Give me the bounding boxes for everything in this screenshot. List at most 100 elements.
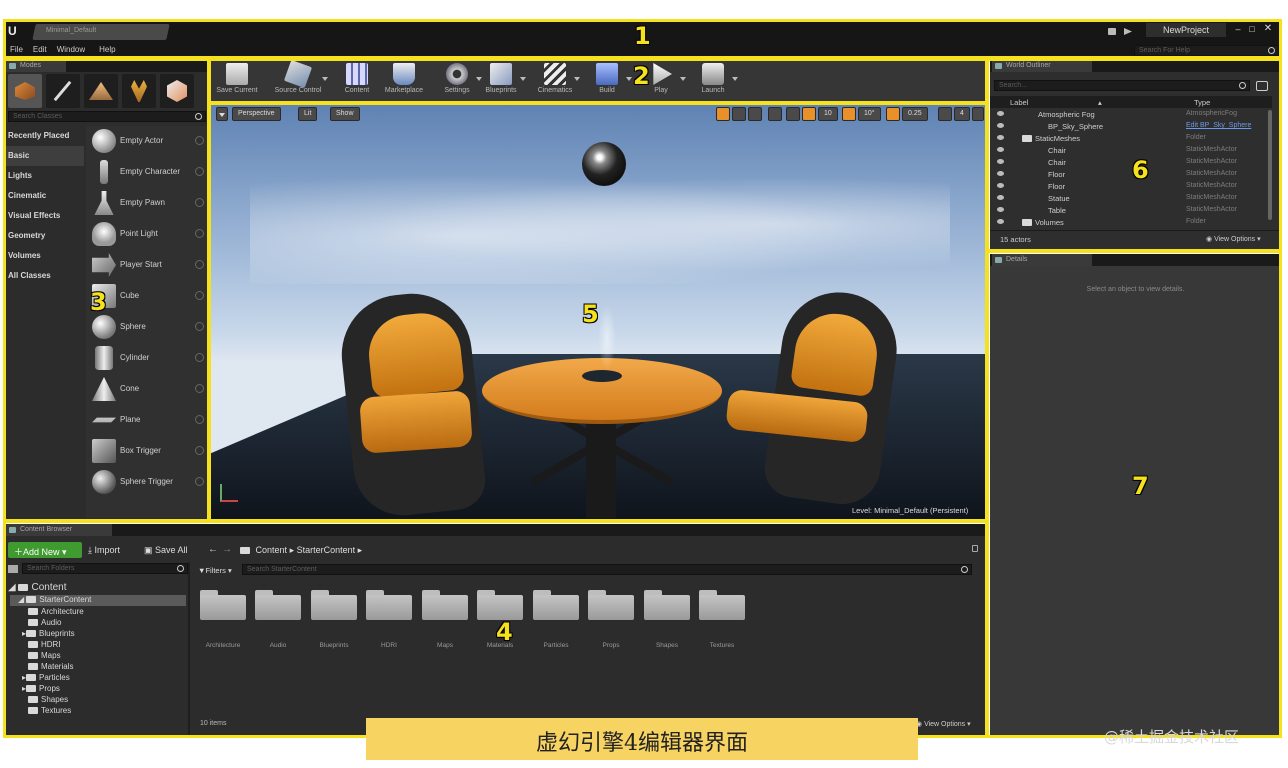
lock-icon[interactable] <box>972 545 978 552</box>
asset-folder[interactable] <box>422 590 468 620</box>
surface-snap-icon[interactable] <box>786 107 800 121</box>
tree-item[interactable]: Audio <box>28 618 61 629</box>
help-icon[interactable] <box>195 198 204 207</box>
category-volumes[interactable]: Volumes <box>4 246 84 266</box>
maximize-viewport-icon[interactable] <box>972 107 984 121</box>
tree-item[interactable]: Maps <box>28 651 61 662</box>
tree-item-content[interactable]: ◢ Content <box>8 582 67 593</box>
feedback-icon[interactable] <box>1108 28 1116 35</box>
breadcrumb-starter-content[interactable]: StarterContent <box>297 545 356 555</box>
content-button[interactable]: Content <box>332 62 382 102</box>
tree-item[interactable]: Materials <box>28 662 73 673</box>
help-icon[interactable] <box>195 136 204 145</box>
search-folders-input[interactable]: Search Folders <box>22 563 188 574</box>
col-type-header[interactable]: Type <box>1194 98 1210 107</box>
eye-icon[interactable] <box>997 207 1004 212</box>
tree-item[interactable]: ▸ Blueprints <box>22 629 75 640</box>
place-empty-character[interactable]: Empty Character <box>90 158 210 188</box>
tree-item[interactable]: Architecture <box>28 607 84 618</box>
lit-button[interactable]: Lit <box>298 107 318 121</box>
help-icon[interactable] <box>195 477 204 486</box>
outliner-row[interactable]: StaticMeshes Folder <box>990 132 1272 144</box>
menu-window[interactable]: Window <box>57 45 85 54</box>
eye-icon[interactable] <box>997 195 1004 200</box>
eye-icon[interactable] <box>997 171 1004 176</box>
place-plane[interactable]: Plane <box>90 406 210 436</box>
source-control-button[interactable]: Source Control <box>268 59 328 102</box>
tree-toggle-icon[interactable] <box>8 565 18 573</box>
scale-snap-value[interactable]: 0.25 <box>902 107 928 121</box>
cinematics-button[interactable]: Cinematics <box>530 62 580 102</box>
asset-folder[interactable] <box>533 590 579 620</box>
help-icon[interactable] <box>195 415 204 424</box>
place-cone[interactable]: Cone <box>90 375 210 405</box>
ue-logo-icon[interactable]: U <box>8 24 17 38</box>
outliner-row[interactable]: Floor StaticMeshActor <box>990 180 1272 192</box>
perspective-button[interactable]: Perspective <box>232 107 281 121</box>
add-new-button[interactable]: ＋Add New ▾ <box>8 542 82 558</box>
close-icon[interactable]: ✕ <box>1262 23 1274 34</box>
chevron-down-icon[interactable] <box>520 77 526 81</box>
outliner-row[interactable]: Chair StaticMeshActor <box>990 156 1272 168</box>
scale-snap-icon[interactable] <box>886 107 900 121</box>
asset-folder[interactable] <box>588 590 634 620</box>
place-sphere[interactable]: Sphere <box>90 313 210 343</box>
camera-speed-value[interactable]: 4 <box>954 107 970 121</box>
translate-tool-icon[interactable] <box>716 107 730 121</box>
eye-icon[interactable] <box>997 135 1004 140</box>
help-icon[interactable] <box>195 229 204 238</box>
rotation-snap-icon[interactable] <box>842 107 856 121</box>
chevron-down-icon[interactable] <box>574 77 580 81</box>
chevron-down-icon[interactable] <box>680 77 686 81</box>
place-point-light[interactable]: Point Light <box>90 220 210 250</box>
menu-edit[interactable]: Edit <box>33 45 47 54</box>
chevron-down-icon[interactable] <box>626 77 632 81</box>
maximize-icon[interactable]: □ <box>1246 24 1258 34</box>
mode-landscape-icon[interactable] <box>84 74 118 108</box>
help-search-input[interactable]: Search For Help <box>1134 45 1279 56</box>
outliner-view-options-button[interactable]: ◉ View Options ▾ <box>1206 235 1261 243</box>
asset-folder[interactable] <box>255 590 301 620</box>
show-button[interactable]: Show <box>330 107 360 121</box>
outliner-row[interactable]: Volumes Folder <box>990 216 1272 228</box>
tree-item[interactable]: HDRI <box>28 640 61 651</box>
place-empty-actor[interactable]: Empty Actor <box>90 127 210 157</box>
help-icon[interactable] <box>195 322 204 331</box>
place-box-trigger[interactable]: Box Trigger <box>90 437 210 467</box>
tree-item-starter-content[interactable]: ◢ StarterContent <box>10 595 186 606</box>
marketplace-button[interactable]: Marketplace <box>376 62 432 102</box>
mode-paint-icon[interactable] <box>46 74 80 108</box>
world-outliner-tab[interactable]: World Outliner <box>992 60 1092 72</box>
grid-snap-icon[interactable] <box>802 107 816 121</box>
grid-snap-value[interactable]: 10 <box>818 107 838 121</box>
tree-item[interactable]: ▸ Particles <box>22 673 70 684</box>
col-label-header[interactable]: Label <box>1010 98 1028 107</box>
outliner-options-icon[interactable] <box>1256 81 1268 91</box>
camera-speed-icon[interactable] <box>938 107 952 121</box>
category-visual-effects[interactable]: Visual Effects <box>4 206 84 226</box>
asset-folder[interactable] <box>477 590 523 620</box>
category-recently-placed[interactable]: Recently Placed <box>4 126 84 146</box>
content-view-options-button[interactable]: ◉ View Options ▾ <box>916 720 971 728</box>
back-arrow-icon[interactable]: ← <box>208 544 218 555</box>
asset-folder[interactable] <box>699 590 745 620</box>
blueprints-button[interactable]: Blueprints <box>476 62 526 102</box>
rotation-snap-value[interactable]: 10° <box>858 107 881 121</box>
settings-button[interactable]: Settings <box>432 62 482 102</box>
outliner-scrollbar[interactable] <box>1268 110 1272 220</box>
asset-folder[interactable] <box>200 590 246 620</box>
category-geometry[interactable]: Geometry <box>4 226 84 246</box>
project-name-tab[interactable]: NewProject <box>1146 23 1226 37</box>
menu-help[interactable]: Help <box>99 45 115 54</box>
help-icon[interactable] <box>195 384 204 393</box>
rotate-tool-icon[interactable] <box>732 107 746 121</box>
help-icon[interactable] <box>195 260 204 269</box>
outliner-search-input[interactable]: Search... <box>994 80 1250 91</box>
pin-icon[interactable] <box>1124 28 1132 35</box>
chevron-down-icon[interactable] <box>322 77 328 81</box>
mode-place-icon[interactable] <box>8 74 42 108</box>
search-assets-input[interactable]: Search StarterContent <box>242 564 972 575</box>
place-cube[interactable]: Cube <box>90 282 210 312</box>
mode-foliage-icon[interactable] <box>122 74 156 108</box>
viewport-options-button[interactable] <box>216 107 228 121</box>
